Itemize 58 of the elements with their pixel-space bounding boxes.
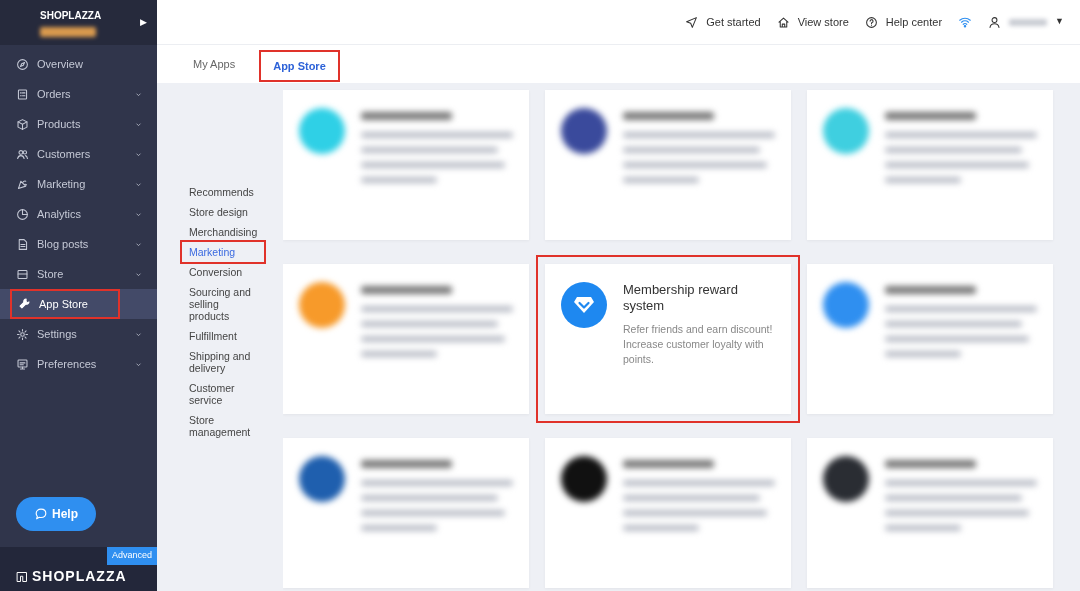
app-card[interactable]: Membership reward system Refer friends and earn discount! Increase customer loyalty with points. <box>545 264 791 414</box>
brand-name: SHOPLAZZA <box>40 9 102 23</box>
category-link[interactable]: Sourcing and selling products <box>182 282 264 326</box>
megaphone-icon <box>16 177 29 191</box>
header-link[interactable]: Help center <box>864 13 943 31</box>
sidebar-item[interactable]: Marketing <box>0 169 157 199</box>
people-icon <box>16 147 29 161</box>
box-icon <box>16 117 29 131</box>
home-icon <box>776 15 790 29</box>
header-link[interactable]: View store <box>776 13 849 31</box>
list-icon <box>16 87 29 101</box>
category-link[interactable]: Store design <box>182 202 264 222</box>
send-icon <box>685 15 699 29</box>
document-icon <box>16 237 29 251</box>
category-link[interactable]: Fulfillment <box>182 326 264 346</box>
tab[interactable]: App Store <box>261 51 338 80</box>
sidebar-item[interactable]: App Store <box>0 289 157 319</box>
storefront-icon <box>16 267 29 281</box>
sidebar-item[interactable]: Blog posts <box>0 229 157 259</box>
app-title: Membership reward system <box>623 282 739 314</box>
sidebar-item[interactable]: Store <box>0 259 157 289</box>
blurred-app-card[interactable] <box>545 438 791 588</box>
sidebar-item[interactable]: Analytics <box>0 199 157 229</box>
dropdown-caret[interactable]: ▼ <box>1055 15 1064 29</box>
sidebar-item[interactable]: Overview <box>0 49 157 79</box>
wrench-icon <box>18 296 31 310</box>
blurred-store-name <box>40 27 96 37</box>
app-description: Refer friends and earn discount! Increase customer loyalty with points. <box>623 322 774 367</box>
sidebar-item[interactable]: Preferences <box>0 349 157 379</box>
collapse-arrow[interactable]: ▶ <box>140 15 147 30</box>
blurred-user-name <box>1009 18 1048 26</box>
pie-chart-icon <box>16 207 29 221</box>
header-link[interactable]: Get started <box>685 13 761 31</box>
tab[interactable]: My Apps <box>181 49 248 78</box>
sidebar-item[interactable]: Customers <box>0 139 157 169</box>
category-link[interactable]: Shipping and delivery <box>182 346 264 378</box>
category-link[interactable]: Merchandising <box>182 222 264 242</box>
chat-bubble-icon <box>34 507 48 521</box>
sidebar-item[interactable]: Products <box>0 109 157 139</box>
blurred-app-card[interactable] <box>807 438 1053 588</box>
compass-icon <box>16 57 29 71</box>
blurred-app-card[interactable] <box>283 438 529 588</box>
wifi-icon <box>958 15 973 29</box>
sidebar-item[interactable]: Orders <box>0 79 157 109</box>
category-link[interactable]: Customer service <box>182 378 264 410</box>
blurred-app-card[interactable] <box>545 90 791 240</box>
sidebar-item[interactable]: Settings <box>0 319 157 349</box>
category-link[interactable]: Marketing <box>182 242 264 262</box>
category-link[interactable]: Recommends <box>182 182 264 202</box>
question-circle-icon <box>864 15 878 29</box>
category-link[interactable]: Store management <box>182 410 264 442</box>
footer-logo: SHOPLAZZA <box>32 569 127 583</box>
plan-badge: Advanced <box>106 547 157 565</box>
category-link[interactable]: Conversion <box>182 262 264 282</box>
gear-icon <box>16 327 29 341</box>
monitor-icon <box>16 357 29 371</box>
logo-icon <box>16 571 28 583</box>
user-icon <box>988 15 1002 29</box>
